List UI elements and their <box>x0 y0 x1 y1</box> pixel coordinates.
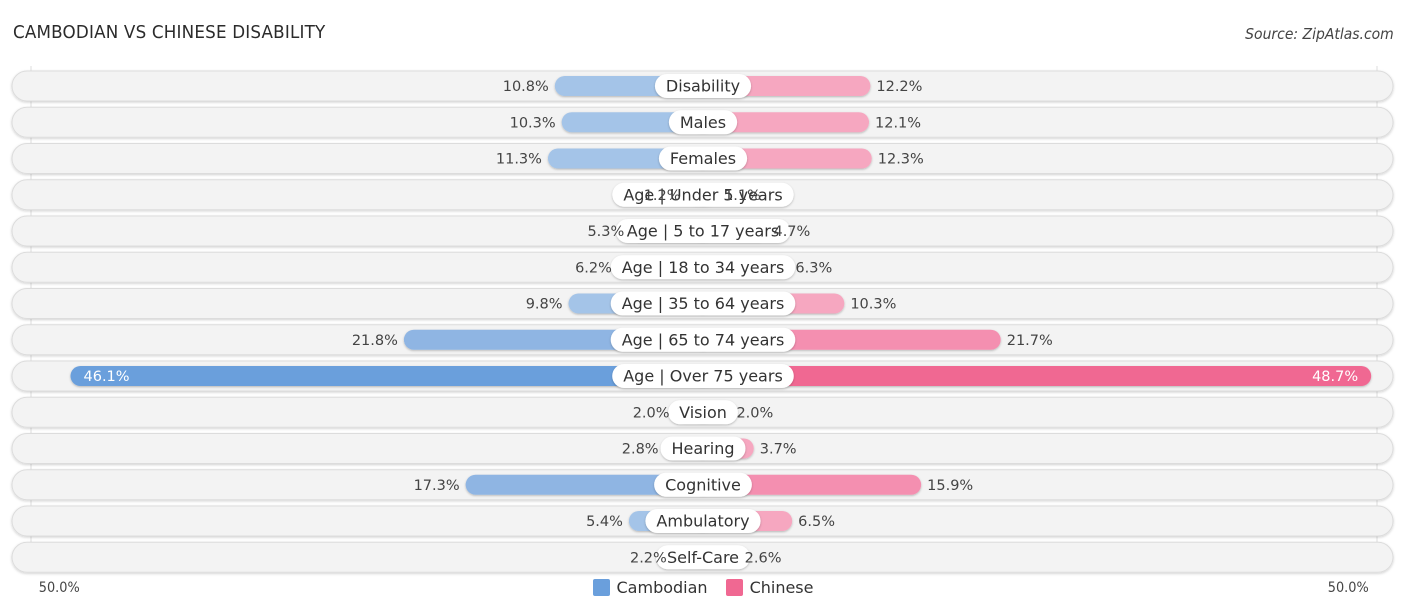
value-label-chinese: 3.7% <box>760 442 797 458</box>
category-label: Age | Over 75 years <box>623 367 783 386</box>
value-label-cambodian: 9.8% <box>526 297 563 313</box>
value-label-cambodian: 5.4% <box>586 514 623 530</box>
chart-row: Males 10.3% 12.1% <box>11 106 1394 138</box>
value-label-chinese: 21.7% <box>1007 333 1053 349</box>
chart-row: Age | Over 75 years 46.1% 48.7% <box>11 360 1394 392</box>
value-label-chinese: 6.3% <box>795 260 832 276</box>
category-label: Females <box>670 149 736 168</box>
category-label: Self-Care <box>667 548 739 567</box>
category-label: Age | 35 to 64 years <box>622 294 785 313</box>
chart-row: Age | 18 to 34 years 6.2% 6.3% <box>11 251 1394 283</box>
category-label: Disability <box>666 77 740 96</box>
value-label-chinese: 2.0% <box>736 405 773 421</box>
value-label-cambodian: 21.8% <box>352 333 398 349</box>
value-label-chinese: 12.1% <box>875 115 921 131</box>
chart-row: Self-Care2.2% 2.6% <box>11 541 1394 573</box>
category-label: Cognitive <box>665 475 741 494</box>
chart-row: Age | 5 to 17 years5.3% 4.7% <box>11 215 1394 247</box>
chart-row: Disability 10.8% 12.2% <box>11 70 1394 102</box>
legend-item-chinese[interactable]: Chinese <box>725 578 814 597</box>
value-label-cambodian: 11.3% <box>496 152 542 168</box>
chart-row: Vision 2.0% 2.0% <box>11 396 1394 428</box>
legend-item-cambodian[interactable]: Cambodian <box>592 578 708 597</box>
value-label-cambodian: 10.8% <box>503 79 549 95</box>
value-label-chinese: 10.3% <box>850 297 896 313</box>
chart-row: Age | 65 to 74 years 21.8% 21.7% <box>11 324 1394 356</box>
bar-chinese <box>693 366 1372 386</box>
category-label: Ambulatory <box>656 512 749 531</box>
category-label: Age | 65 to 74 years <box>622 330 785 349</box>
value-label-chinese: 1.1% <box>724 188 761 204</box>
value-label-cambodian: 6.2% <box>575 260 612 276</box>
value-label-chinese: 12.2% <box>876 79 922 95</box>
category-label: Hearing <box>672 439 735 458</box>
chart-row: Age | Under 5 years1.2% 1.1% <box>11 179 1394 211</box>
chart-row: Hearing 2.8% 3.7% <box>11 433 1394 464</box>
value-label-cambodian: 2.0% <box>633 405 670 421</box>
legend-label-cambodian: Cambodian <box>616 578 708 597</box>
chart-canvas: Disability 10.8% 12.2% Males 10.3% 12.1% Femal… <box>11 66 1394 573</box>
category-label: Age | 18 to 34 years <box>622 258 785 277</box>
value-label-chinese: 6.5% <box>798 514 835 530</box>
chart-row: Age | 35 to 64 years 9.8% 10.3% <box>11 288 1394 319</box>
value-label-cambodian: 5.3% <box>587 224 624 240</box>
legend: Cambodian Chinese <box>0 578 1406 597</box>
category-label: Males <box>680 113 726 132</box>
chart-row: Cognitive 17.3% 15.9% <box>11 469 1394 501</box>
value-label-cambodian: 1.2% <box>644 188 681 204</box>
value-label-chinese: 2.6% <box>745 550 782 566</box>
value-label-chinese: 48.7% <box>1312 369 1358 385</box>
value-label-cambodian: 2.8% <box>622 442 659 458</box>
value-label-chinese: 15.9% <box>927 478 973 494</box>
value-label-cambodian: 10.3% <box>510 115 556 131</box>
chart-row: Females 11.3% 12.3% <box>11 143 1394 174</box>
value-label-chinese: 4.7% <box>773 224 810 240</box>
value-label-cambodian: 46.1% <box>84 369 130 385</box>
category-label: Age | 5 to 17 years <box>627 222 779 241</box>
legend-swatch-chinese <box>725 579 743 596</box>
value-label-cambodian: 17.3% <box>414 478 460 494</box>
value-label-chinese: 12.3% <box>878 152 924 168</box>
legend-label-chinese: Chinese <box>749 578 814 597</box>
legend-swatch-cambodian <box>592 579 610 596</box>
chart-row: Ambulatory 5.4% 6.5% <box>11 505 1394 537</box>
value-label-cambodian: 2.2% <box>630 550 667 566</box>
category-label: Vision <box>679 403 727 422</box>
